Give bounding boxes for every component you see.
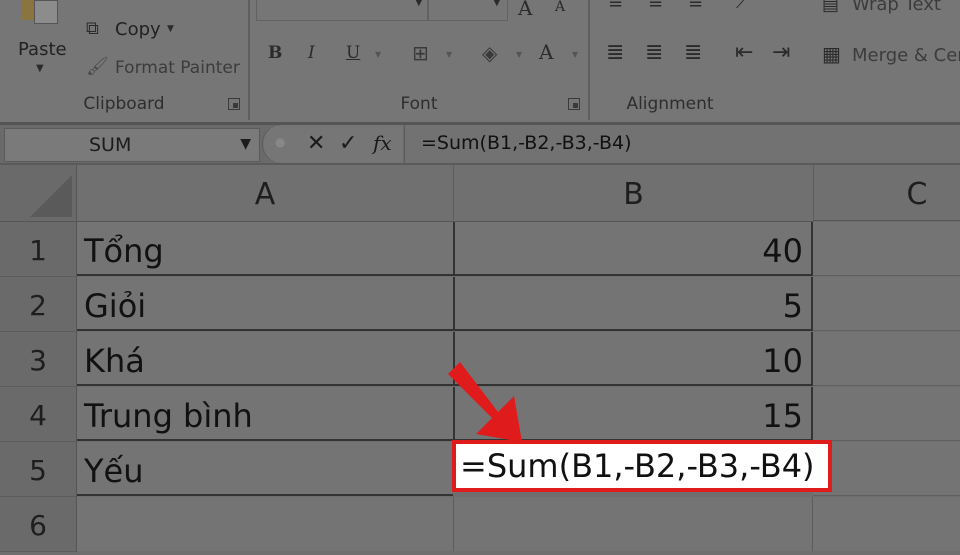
copy-dropdown-icon[interactable]: ▼ bbox=[167, 25, 174, 34]
wrap-text-icon: ▤ bbox=[822, 0, 840, 15]
font-size-dropdown-icon[interactable]: ▼ bbox=[493, 0, 501, 8]
merge-center-button[interactable]: Merge & Center bbox=[852, 45, 960, 66]
cell-c5[interactable] bbox=[813, 442, 960, 496]
cell-c3[interactable] bbox=[813, 332, 960, 386]
cell-c2[interactable] bbox=[813, 277, 960, 331]
row-header[interactable]: 5 bbox=[0, 442, 77, 497]
clipboard-group-label: Clipboard bbox=[83, 94, 165, 114]
arrow-shape bbox=[448, 362, 522, 442]
align-bottom-icon[interactable]: ≡ bbox=[688, 0, 703, 12]
cell-a4[interactable]: Trung bình bbox=[77, 387, 453, 441]
spreadsheet-grid: A B C 1 Tổng 40 2 Giỏi 5 3 Khá 10 4 Trun… bbox=[0, 165, 960, 552]
align-middle-icon[interactable]: ≡ bbox=[648, 0, 663, 12]
align-center-icon[interactable]: ≣ bbox=[645, 42, 663, 64]
decrease-indent-icon[interactable]: ⇤ bbox=[735, 42, 753, 64]
fill-color-icon[interactable]: ◈ bbox=[482, 43, 497, 63]
name-box-value: SUM bbox=[89, 134, 132, 156]
name-box[interactable]: SUM ▼ bbox=[4, 128, 260, 162]
shrink-font-icon[interactable]: A bbox=[555, 0, 565, 14]
cell-a6[interactable] bbox=[77, 497, 453, 551]
paste-icon[interactable] bbox=[22, 0, 62, 24]
underline-button[interactable]: U bbox=[346, 45, 360, 62]
formula-input[interactable]: =Sum(B1,-B2,-B3,-B4) bbox=[404, 125, 960, 163]
name-box-dropdown-icon[interactable]: ▼ bbox=[240, 136, 251, 152]
row-header[interactable]: 2 bbox=[0, 277, 77, 332]
cell-a3[interactable]: Khá bbox=[77, 332, 453, 386]
italic-button[interactable]: I bbox=[308, 45, 315, 62]
align-right-icon[interactable]: ≣ bbox=[684, 42, 702, 64]
grow-font-icon[interactable]: A bbox=[518, 0, 532, 18]
cell-c1[interactable] bbox=[813, 222, 960, 276]
formula-bar: SUM ▼ ● ✕ ✓ fx =Sum(B1,-B2,-B3,-B4) bbox=[0, 125, 960, 165]
fill-color-dropdown-icon[interactable]: ▼ bbox=[516, 51, 522, 59]
font-color-icon[interactable]: A bbox=[539, 42, 553, 62]
ribbon: Paste ▼ ⧉ Copy ▼ 🖌 Format Painter Clipbo… bbox=[0, 0, 960, 125]
column-header-c[interactable]: C bbox=[814, 165, 960, 221]
cell-c4[interactable] bbox=[813, 387, 960, 441]
wrap-text-button[interactable]: Wrap Text bbox=[852, 0, 941, 15]
cell-b6[interactable] bbox=[453, 497, 813, 551]
column-header-b[interactable]: B bbox=[454, 165, 814, 222]
clipboard-launcher-icon[interactable] bbox=[228, 98, 240, 110]
cancel-icon[interactable]: ✕ bbox=[307, 131, 325, 156]
alignment-group: ≡ ≡ ≡ ⟋ ▤ Wrap Text ≣ ≣ ≣ ⇤ ⇥ ▦ Merge & … bbox=[590, 0, 960, 120]
formula-input-value: =Sum(B1,-B2,-B3,-B4) bbox=[421, 132, 632, 154]
annotation-arrow-icon bbox=[448, 362, 522, 442]
cell-c6[interactable] bbox=[813, 497, 960, 551]
cell-b1[interactable]: 40 bbox=[453, 222, 813, 276]
cell-b2[interactable]: 5 bbox=[453, 277, 813, 331]
underline-dropdown-icon[interactable]: ▼ bbox=[375, 51, 381, 59]
formula-buttons: ● ✕ ✓ fx bbox=[262, 125, 403, 163]
cell-a2[interactable]: Giỏi bbox=[77, 277, 453, 331]
copy-button[interactable]: Copy bbox=[115, 19, 161, 40]
row-header[interactable]: 6 bbox=[0, 497, 77, 552]
alignment-group-label: Alignment bbox=[626, 94, 714, 114]
column-header-a[interactable]: A bbox=[77, 165, 454, 222]
increase-indent-icon[interactable]: ⇥ bbox=[772, 42, 790, 64]
bold-button[interactable]: B bbox=[268, 45, 282, 62]
row-header[interactable]: 4 bbox=[0, 387, 77, 442]
cell-a1[interactable]: Tổng bbox=[77, 222, 453, 276]
orientation-icon[interactable]: ⟋ bbox=[736, 0, 749, 12]
format-painter-icon: 🖌 bbox=[86, 56, 109, 77]
select-all-button[interactable] bbox=[0, 165, 77, 222]
copy-icon: ⧉ bbox=[86, 18, 99, 39]
enter-icon[interactable]: ✓ bbox=[339, 131, 357, 156]
align-left-icon[interactable]: ≣ bbox=[606, 42, 624, 64]
align-top-icon[interactable]: ≡ bbox=[608, 0, 623, 12]
insert-function-icon[interactable]: fx bbox=[373, 131, 392, 155]
borders-icon[interactable]: ⊞ bbox=[412, 43, 429, 63]
font-color-dropdown-icon[interactable]: ▼ bbox=[572, 51, 578, 59]
cell-a5[interactable]: Yếu bbox=[77, 442, 453, 496]
paste-dropdown-icon[interactable]: ▼ bbox=[36, 64, 44, 74]
borders-dropdown-icon[interactable]: ▼ bbox=[446, 51, 452, 59]
font-name-select[interactable] bbox=[256, 0, 428, 21]
grip-icon: ● bbox=[275, 135, 286, 149]
row-header[interactable]: 3 bbox=[0, 332, 77, 387]
font-name-dropdown-icon[interactable]: ▼ bbox=[415, 0, 423, 8]
merge-center-icon: ▦ bbox=[822, 42, 841, 66]
format-painter-button[interactable]: Format Painter bbox=[115, 58, 240, 78]
row-header[interactable]: 1 bbox=[0, 222, 77, 277]
paste-button[interactable]: Paste bbox=[18, 39, 67, 60]
clipboard-group: Paste ▼ ⧉ Copy ▼ 🖌 Format Painter Clipbo… bbox=[0, 0, 250, 120]
